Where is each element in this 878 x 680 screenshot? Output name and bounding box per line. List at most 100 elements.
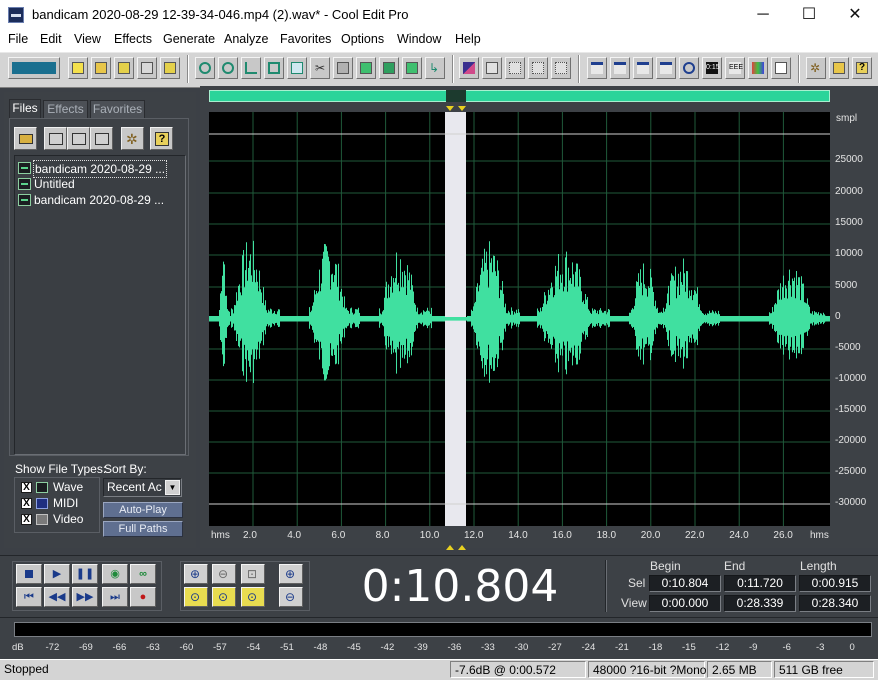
close-file-button[interactable] — [44, 127, 67, 150]
midi-checkbox[interactable]: X — [21, 498, 32, 509]
auto-play-button[interactable]: Auto-Play — [103, 502, 183, 518]
snap-button[interactable]: ↳ — [425, 57, 445, 79]
menu-options[interactable]: Options — [341, 32, 384, 46]
wave-checkbox[interactable]: X — [21, 482, 32, 493]
chevron-down-icon[interactable]: ▼ — [165, 480, 180, 495]
sel-length-field[interactable]: 0:00.915 — [799, 575, 871, 592]
zoom-in-vertical-button[interactable]: ⊕ — [279, 564, 303, 584]
tab-effects[interactable]: Effects — [43, 100, 88, 118]
save-button[interactable] — [114, 57, 134, 79]
rewind-button[interactable]: ◀◀ — [44, 587, 70, 607]
find-button[interactable] — [679, 57, 699, 79]
sort-select[interactable]: Recent Ac ▼ — [103, 478, 182, 497]
insert-file-button[interactable] — [67, 127, 90, 150]
menu-effects[interactable]: Effects — [114, 32, 152, 46]
undo-button[interactable] — [195, 57, 215, 79]
stop-button[interactable] — [16, 564, 42, 584]
amplitude-unit: smpl — [836, 113, 858, 124]
zoom-right-button[interactable]: ⊙ — [212, 587, 236, 607]
sel-begin-field[interactable]: 0:10.804 — [649, 575, 721, 592]
mix-paste-button[interactable] — [379, 57, 399, 79]
copy-button[interactable] — [287, 57, 307, 79]
menu-help[interactable]: Help — [455, 32, 481, 46]
zoom-out-button[interactable]: ⊖ — [212, 564, 236, 584]
paste-new-button[interactable] — [356, 57, 376, 79]
menu-edit[interactable]: Edit — [40, 32, 62, 46]
window-button-2[interactable] — [610, 57, 630, 79]
options-button[interactable]: ✲ — [121, 127, 144, 150]
blank-window-button[interactable] — [771, 57, 791, 79]
play-to-end-button[interactable]: ◉ — [102, 564, 128, 584]
toggle-view-button[interactable] — [8, 57, 60, 79]
redo-button[interactable] — [218, 57, 238, 79]
full-paths-button[interactable]: Full Paths — [103, 521, 183, 537]
view-length-field[interactable]: 0:28.340 — [799, 595, 871, 612]
menu-window[interactable]: Window — [397, 32, 441, 46]
maximize-button[interactable]: ☐ — [786, 0, 832, 30]
script-button[interactable] — [829, 57, 849, 79]
window-button-1[interactable] — [587, 57, 607, 79]
spectral-button[interactable] — [482, 57, 502, 79]
list-item[interactable]: bandicam 2020-08-29 ... — [18, 192, 182, 208]
open-file-button[interactable] — [14, 127, 37, 150]
selection-end-marker-bottom[interactable] — [458, 545, 466, 550]
help-button[interactable]: ? — [150, 127, 173, 150]
cut-button[interactable]: ✂ — [310, 57, 330, 79]
zoom-window-button[interactable] — [656, 57, 676, 79]
overview-bar[interactable] — [209, 90, 830, 102]
grid-button-3[interactable] — [551, 57, 571, 79]
help-toolbar-button[interactable]: ? — [852, 57, 872, 79]
grid-button-1[interactable] — [505, 57, 525, 79]
window-button-3[interactable] — [633, 57, 653, 79]
zoom-selection-button[interactable]: ⊙ — [241, 587, 265, 607]
video-checkbox[interactable]: X — [21, 514, 32, 525]
sel-end-field[interactable]: 0:11.720 — [724, 575, 796, 592]
selection-start-marker[interactable] — [446, 106, 454, 111]
open-button[interactable] — [91, 57, 111, 79]
zoom-in-button[interactable]: ⊕ — [184, 564, 208, 584]
fast-forward-button[interactable]: ▶▶ — [72, 587, 98, 607]
go-to-end-button[interactable]: ⏭ — [102, 587, 128, 607]
mix-file-button[interactable] — [90, 127, 113, 150]
record-button[interactable]: ● — [130, 587, 156, 607]
tab-files[interactable]: Files — [9, 99, 41, 119]
save-as-button[interactable] — [137, 57, 157, 79]
list-item[interactable]: bandicam 2020-08-29 ... — [18, 160, 182, 178]
loop-button[interactable]: ∞ — [130, 564, 156, 584]
repeat-button[interactable] — [241, 57, 261, 79]
overview-thumb[interactable] — [446, 90, 466, 102]
menu-analyze[interactable]: Analyze — [224, 32, 268, 46]
paste-button[interactable] — [333, 57, 353, 79]
zoom-full-button[interactable]: ⊡ — [241, 564, 265, 584]
envelope-button[interactable] — [459, 57, 479, 79]
copy-new-button[interactable] — [264, 57, 284, 79]
selection-end-marker[interactable] — [458, 106, 466, 111]
go-to-start-button[interactable]: ⏮ — [16, 587, 42, 607]
menu-favorites[interactable]: Favorites — [280, 32, 331, 46]
pause-button[interactable]: ❚❚ — [72, 564, 98, 584]
minimize-button[interactable]: ─ — [740, 0, 786, 30]
zoom-out-vertical-button[interactable]: ⊖ — [279, 587, 303, 607]
grid-button-2[interactable] — [528, 57, 548, 79]
save-all-button[interactable] — [160, 57, 180, 79]
menu-generate[interactable]: Generate — [163, 32, 215, 46]
color-button[interactable] — [748, 57, 768, 79]
amplitude-label: 10000 — [835, 248, 863, 259]
eee-button[interactable]: EEE — [725, 57, 745, 79]
list-item[interactable]: Untitled — [18, 176, 182, 192]
time-window-button[interactable]: 0:15 — [702, 57, 722, 79]
db-label: -66 — [112, 642, 127, 653]
new-button[interactable] — [68, 57, 88, 79]
close-button[interactable]: ✕ — [832, 0, 878, 30]
trim-button[interactable] — [402, 57, 422, 79]
waveform-display[interactable] — [209, 112, 830, 526]
tab-favorites[interactable]: Favorites — [90, 100, 145, 118]
view-begin-field[interactable]: 0:00.000 — [649, 595, 721, 612]
settings-button[interactable]: ✲ — [806, 57, 826, 79]
play-button[interactable]: ▶ — [44, 564, 70, 584]
menu-file[interactable]: File — [8, 32, 28, 46]
zoom-left-button[interactable]: ⊙ — [184, 587, 208, 607]
selection-start-marker-bottom[interactable] — [446, 545, 454, 550]
view-end-field[interactable]: 0:28.339 — [724, 595, 796, 612]
menu-view[interactable]: View — [74, 32, 101, 46]
